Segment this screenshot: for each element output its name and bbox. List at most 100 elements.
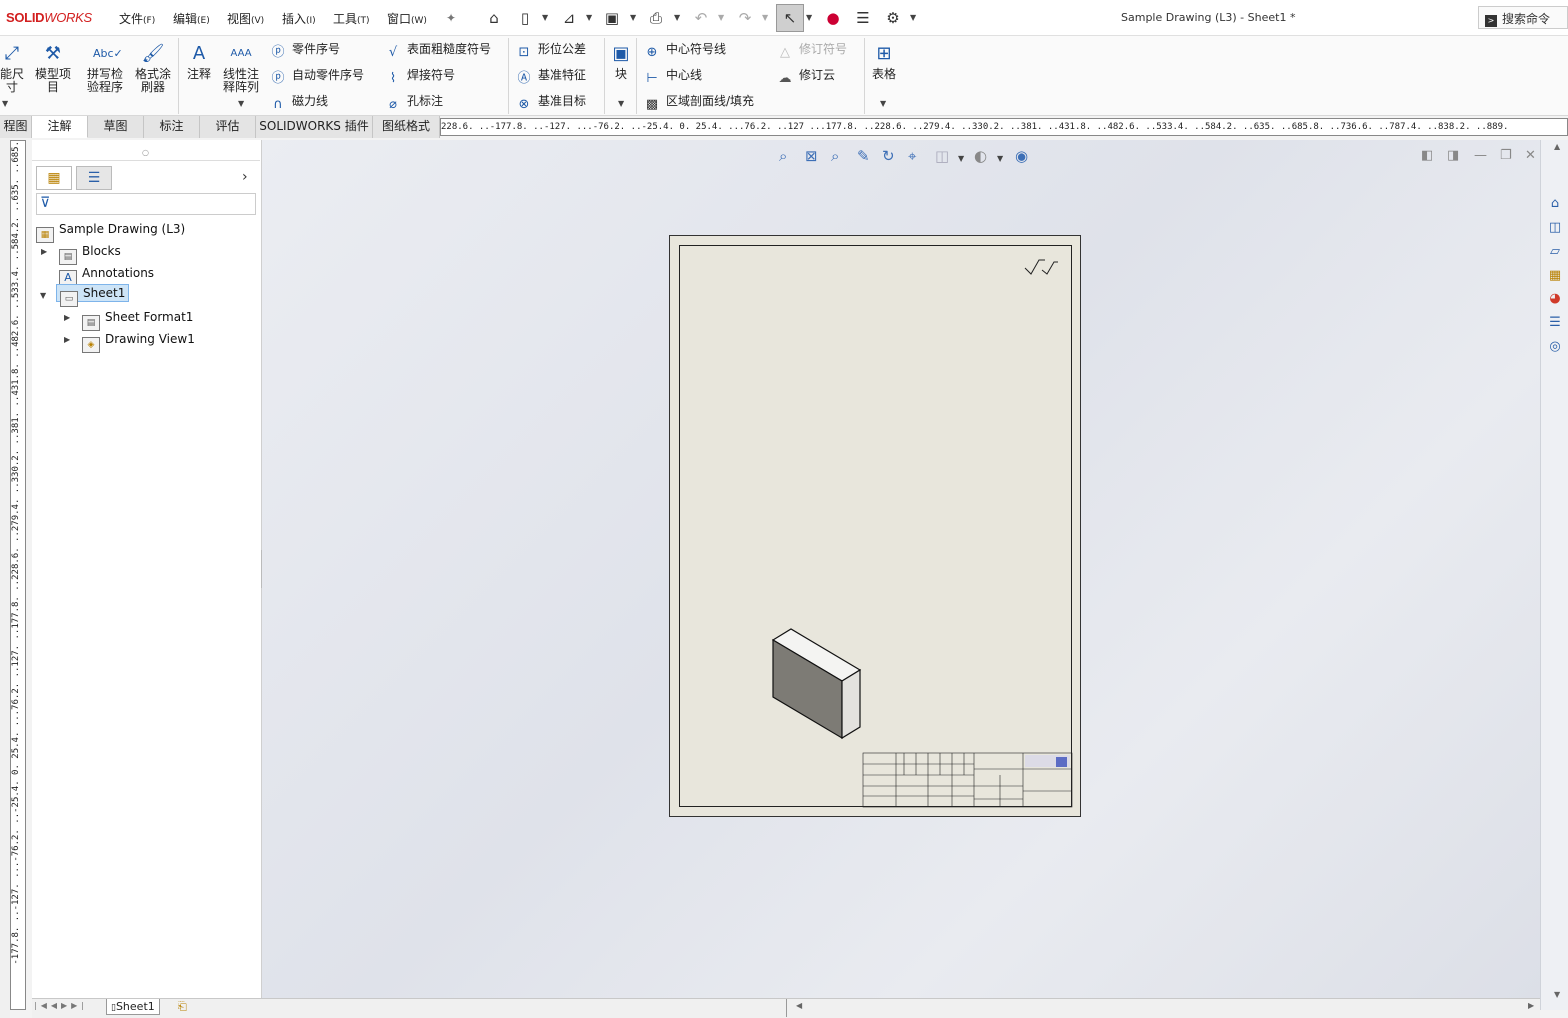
property-manager-tab-icon[interactable]: ☰ [76, 166, 112, 190]
scroll-right-arrow-icon[interactable]: ▶ [1528, 1001, 1534, 1010]
block-button[interactable]: ▣ 块 [609, 42, 633, 81]
pan-icon[interactable]: ✎ [857, 147, 870, 165]
center-mark-button[interactable]: ⊕ 中心符号线 [644, 40, 726, 61]
undo-dropdown-icon[interactable]: ▼ [718, 13, 724, 22]
weld-symbol-button[interactable]: ⌇ 焊接符号 [385, 66, 455, 87]
linear-note-pattern-button[interactable]: AAA 线性注 释阵列 [219, 42, 263, 94]
surface-finish-button[interactable]: √ 表面粗糙度符号 [385, 40, 491, 61]
panel-splitter-handle[interactable]: ○ [142, 148, 149, 157]
note-pattern-dropdown-icon[interactable]: ▼ [238, 99, 244, 108]
view-palette-icon[interactable]: ▦ [1545, 266, 1565, 286]
smart-dimension-dropdown-icon[interactable]: ▼ [2, 99, 8, 108]
design-library-icon[interactable]: ◫ [1545, 218, 1565, 238]
custom-properties-icon[interactable]: ☰ [1545, 313, 1565, 333]
menu-file[interactable]: 文件(F) [119, 10, 155, 27]
tree-item-sheet1[interactable]: ▭ Sheet1 [56, 284, 130, 307]
scrollbar-splitter[interactable] [786, 999, 787, 1017]
add-sheet-icon[interactable]: ⎗ [178, 1000, 187, 1014]
zoom-in-out-icon[interactable]: ⌕ [831, 147, 839, 165]
save-icon[interactable]: ▣ [601, 7, 623, 29]
new-document-icon[interactable]: ▯ [514, 7, 536, 29]
tile-left-icon[interactable]: ◧ [1421, 148, 1433, 163]
print-dropdown-icon[interactable]: ▼ [674, 13, 680, 22]
tab-workflow[interactable]: 程图 [0, 116, 32, 138]
block-dropdown-icon[interactable]: ▼ [618, 99, 624, 108]
print-icon[interactable]: ⎙ [645, 7, 667, 29]
tree-item-blocks[interactable]: ▤ Blocks [59, 244, 121, 265]
revision-symbol-button[interactable]: △ 修订符号 [777, 40, 847, 61]
rebuild-icon[interactable]: ● [822, 7, 844, 29]
model-items-button[interactable]: ⚒ 模型项目 [31, 42, 75, 94]
drawing-sheet[interactable] [669, 235, 1081, 817]
tree-root[interactable]: ▦ Sample Drawing (L3) [36, 222, 185, 243]
scroll-down-arrow-icon[interactable]: ▼ [1554, 990, 1560, 999]
file-properties-icon[interactable]: ☰ [852, 7, 874, 29]
chevron-right-icon[interactable]: › [242, 169, 248, 185]
scroll-left-arrow-icon[interactable]: ◀ [796, 1001, 802, 1010]
view-orientation-dropdown-icon[interactable]: ▼ [958, 154, 964, 163]
feature-manager-tab-icon[interactable]: ▦ [36, 166, 72, 190]
balloon-button[interactable]: ⓟ 零件序号 [270, 40, 340, 61]
tree-item-annotations[interactable]: A Annotations [59, 266, 154, 286]
tab-solidworks-addins[interactable]: SOLIDWORKS 插件 [256, 116, 373, 138]
select-arrow-icon[interactable]: ↖ [776, 4, 804, 32]
expand-arrow-icon[interactable]: ▶ [64, 335, 70, 344]
sheet-navigation-arrows[interactable]: |◀◀▶▶| [34, 1001, 98, 1014]
datum-target-button[interactable]: ⊗ 基准目标 [516, 92, 586, 113]
tables-button[interactable]: ⊞ 表格 [868, 42, 900, 81]
smart-dimension-button[interactable]: ⤢ 能尺寸 [0, 42, 24, 94]
new-dropdown-icon[interactable]: ▼ [542, 13, 548, 22]
area-hatch-button[interactable]: ▩ 区域剖面线/填充 [644, 92, 754, 113]
restore-icon[interactable]: ❐ [1500, 148, 1512, 163]
centerline-button[interactable]: ⊢ 中心线 [644, 66, 702, 87]
solidworks-logo[interactable]: SOLIDWORKS [6, 10, 92, 25]
note-button[interactable]: A 注释 [184, 42, 214, 81]
undo-icon[interactable]: ↶ [690, 7, 712, 29]
open-dropdown-icon[interactable]: ▼ [586, 13, 592, 22]
home-icon[interactable]: ⌂ [483, 7, 505, 29]
tab-markup[interactable]: 标注 [144, 116, 200, 138]
zoom-to-area-icon[interactable]: ⊠ [805, 147, 818, 165]
revision-cloud-button[interactable]: ☁ 修订云 [777, 66, 836, 87]
tab-sheet-format[interactable]: 图纸格式 [373, 116, 440, 138]
select-dropdown-icon[interactable]: ▼ [806, 13, 812, 22]
expand-arrow-icon[interactable]: ▶ [64, 313, 70, 322]
auto-balloon-button[interactable]: ⓟ 自动零件序号 [270, 66, 364, 87]
menu-edit[interactable]: 编辑(E) [173, 10, 210, 27]
tree-item-drawing-view1[interactable]: ◈ Drawing View1 [82, 332, 195, 353]
file-explorer-icon[interactable]: ▱ [1545, 242, 1565, 262]
options-gear-icon[interactable]: ⚙ [882, 7, 904, 29]
search-commands[interactable]: > 搜索命令 [1478, 6, 1568, 29]
menu-window[interactable]: 窗口(W) [387, 10, 427, 27]
menu-tools[interactable]: 工具(T) [333, 10, 370, 27]
collapse-arrow-icon[interactable]: ▼ [40, 291, 46, 300]
tile-right-icon[interactable]: ◨ [1447, 148, 1459, 163]
close-icon[interactable]: ✕ [1525, 148, 1536, 163]
previous-view-icon[interactable]: ⌖ [908, 147, 916, 165]
menu-view[interactable]: 视图(V) [227, 10, 264, 27]
open-folder-icon[interactable]: ⊿ [558, 7, 580, 29]
scroll-up-arrow-icon[interactable]: ▲ [1554, 142, 1560, 151]
hide-show-dropdown-icon[interactable]: ▼ [997, 154, 1003, 163]
geometric-tolerance-button[interactable]: ⊡ 形位公差 [516, 40, 586, 61]
minimize-icon[interactable]: — [1474, 148, 1487, 163]
tree-filter-box[interactable]: ⊽ [36, 193, 256, 215]
spell-checker-button[interactable]: Abc✓ 拼写检 验程序 [83, 42, 127, 94]
sheet-tab-sheet1[interactable]: ▯Sheet1 [106, 999, 160, 1015]
redo-dropdown-icon[interactable]: ▼ [762, 13, 768, 22]
tables-dropdown-icon[interactable]: ▼ [880, 99, 886, 108]
appearance-globe-icon[interactable]: ◉ [1015, 147, 1028, 165]
expand-arrow-icon[interactable]: ▶ [41, 247, 47, 256]
hole-callout-button[interactable]: ⌀ 孔标注 [385, 92, 443, 113]
format-painter-button[interactable]: 🖌 格式涂 刷器 [131, 42, 175, 94]
menu-insert[interactable]: 插入(I) [282, 10, 316, 27]
solidworks-forum-icon[interactable]: ◎ [1545, 337, 1565, 357]
tab-sketch[interactable]: 草图 [88, 116, 144, 138]
hide-show-items-icon[interactable]: ◐ [974, 147, 987, 165]
magnetic-line-button[interactable]: ∩ 磁力线 [270, 92, 328, 113]
zoom-to-fit-icon[interactable]: ⌕ [779, 147, 787, 165]
redo-icon[interactable]: ↷ [734, 7, 756, 29]
view-orientation-icon[interactable]: ◫ [935, 147, 949, 165]
solidworks-resources-home-icon[interactable]: ⌂ [1545, 194, 1565, 214]
appearances-scenes-icon[interactable]: ◕ [1545, 289, 1565, 309]
